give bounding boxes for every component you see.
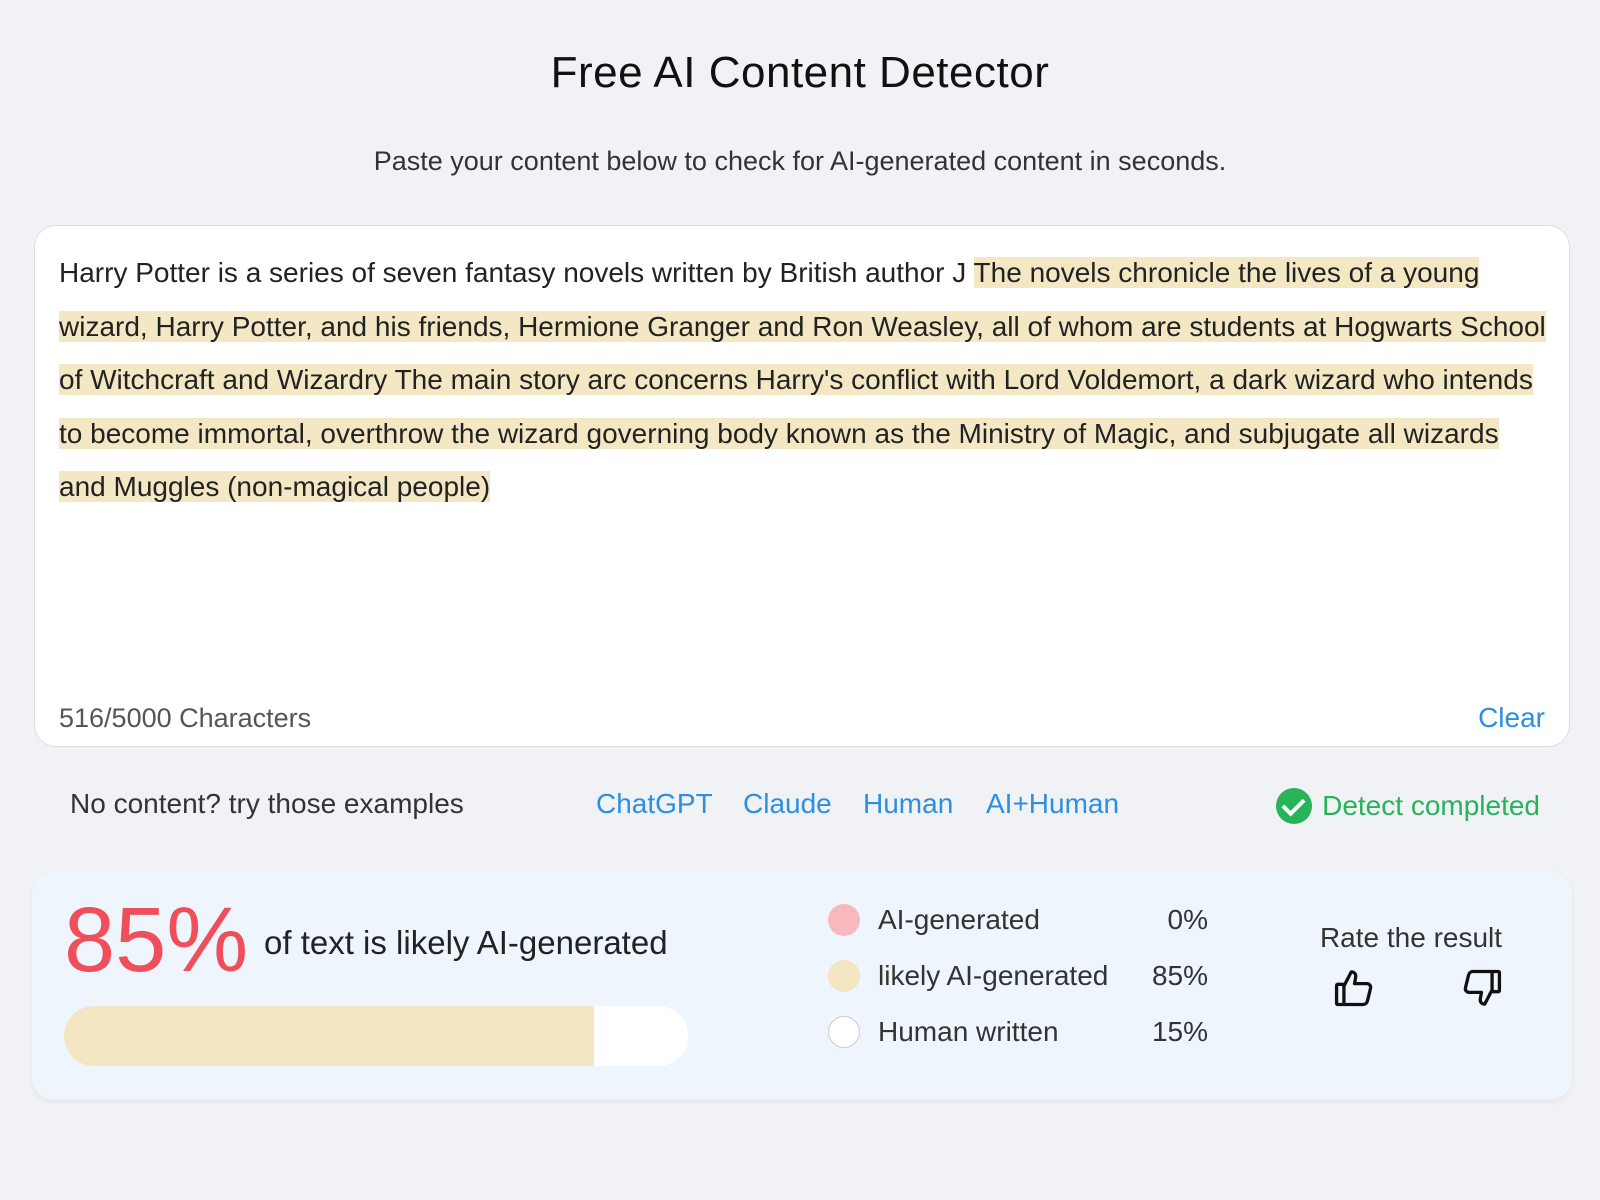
- legend-value: 0%: [1167, 904, 1208, 935]
- detect-status-text: Detect completed: [1322, 790, 1540, 821]
- clear-button[interactable]: Clear: [1478, 702, 1545, 734]
- ai-progress-bar: [64, 1006, 688, 1066]
- legend-item-ai-generated: AI-generated 0%: [828, 892, 1208, 948]
- plain-text-segment: Harry Potter is a series of seven fantas…: [59, 257, 974, 288]
- legend-item-likely-ai-generated: likely AI-generated 85%: [828, 948, 1208, 1004]
- content-text[interactable]: Harry Potter is a series of seven fantas…: [59, 246, 1549, 514]
- example-link-claude[interactable]: Claude: [743, 788, 832, 820]
- check-circle-icon: [1276, 788, 1313, 824]
- legend-label: AI-generated: [878, 904, 1040, 935]
- legend-value: 15%: [1151, 1016, 1208, 1047]
- page-subtitle: Paste your content below to check for AI…: [373, 146, 1227, 176]
- character-count: 516/5000 Characters: [59, 703, 312, 733]
- thumbs-down-icon[interactable]: [1460, 966, 1504, 1010]
- page-title: Free AI Content Detector: [550, 48, 1050, 97]
- detect-status: Detect completed: [1276, 788, 1540, 824]
- example-link-human[interactable]: Human: [863, 788, 953, 820]
- ai-percent: 85%: [64, 889, 249, 991]
- legend-item-human-written: Human written 15%: [828, 1004, 1208, 1060]
- legend-label: Human written: [878, 1016, 1059, 1047]
- rate-section: Rate the result: [1308, 922, 1514, 1010]
- example-link-chatgpt[interactable]: ChatGPT: [596, 788, 713, 820]
- result-legend: AI-generated 0% likely AI-generated 85% …: [828, 892, 1208, 1060]
- ai-progress-fill: [64, 1006, 595, 1066]
- rate-label: Rate the result: [1319, 922, 1503, 953]
- content-editor[interactable]: Harry Potter is a series of seven fantas…: [34, 225, 1570, 747]
- result-panel: 85% of text is likely AI-generated AI-ge…: [32, 872, 1572, 1100]
- examples-row: No content? try those examples ChatGPT C…: [70, 788, 1540, 828]
- example-link-ai-human[interactable]: AI+Human: [986, 788, 1119, 820]
- ai-generated-dot: [828, 904, 860, 936]
- legend-label: likely AI-generated: [878, 960, 1109, 991]
- highlighted-text-segment: The novels chronicle the lives of a youn…: [59, 257, 1546, 502]
- likely-ai-generated-dot: [828, 960, 860, 992]
- thumbs-up-icon[interactable]: [1332, 966, 1376, 1010]
- human-written-dot: [828, 1016, 860, 1048]
- ai-percent-description: of text is likely AI-generated: [264, 924, 668, 961]
- legend-value: 85%: [1151, 960, 1208, 991]
- examples-label: No content? try those examples: [70, 788, 464, 819]
